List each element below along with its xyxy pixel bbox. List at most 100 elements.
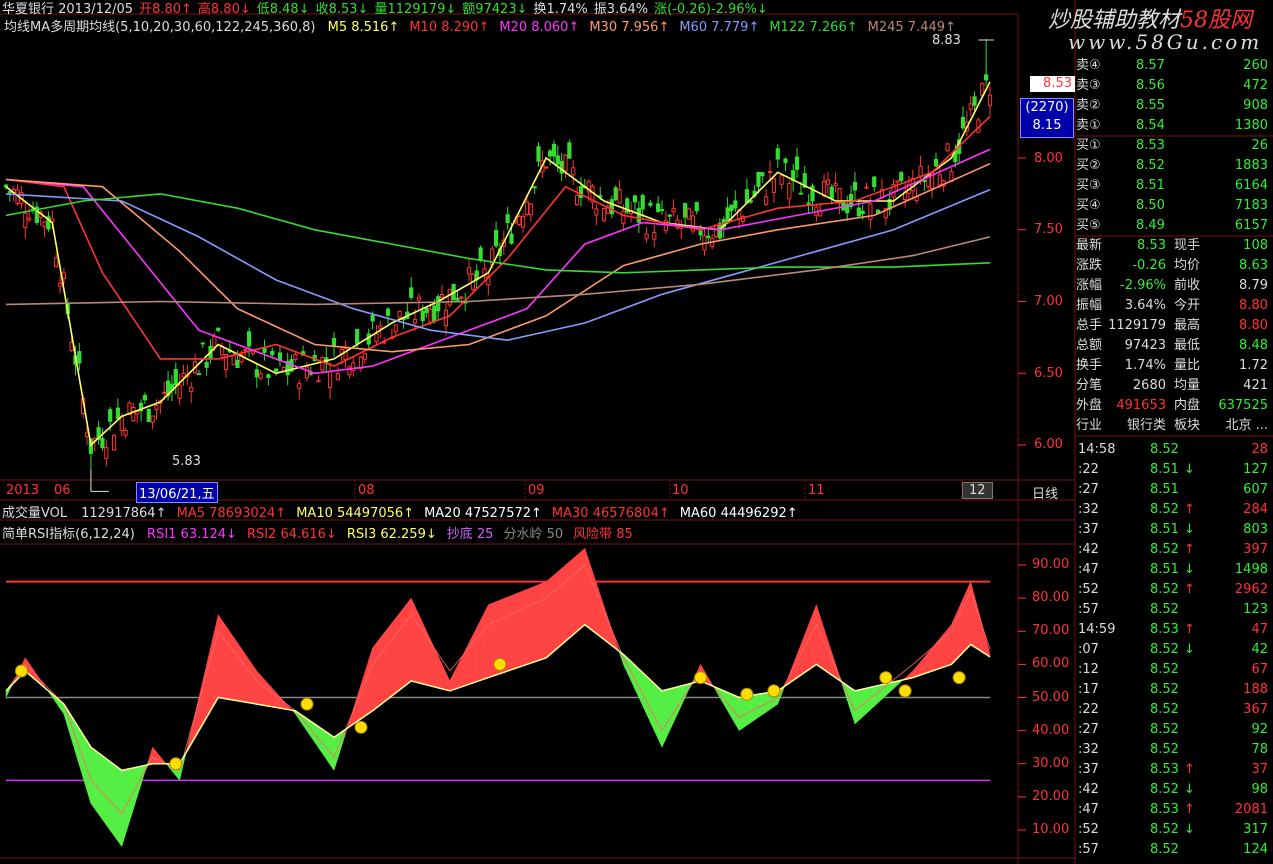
stat-label: 振幅 (1076, 298, 1103, 313)
tick-row[interactable]: :52 8.52 ↑ 2962 (1076, 580, 1270, 600)
tick-row[interactable]: :27 8.51 607 (1076, 480, 1270, 500)
order-label: 买① (1076, 138, 1101, 153)
rsi-fill-segment (522, 588, 528, 667)
stat-value: 2680 (1132, 378, 1166, 393)
tick-volume: 28 (1251, 442, 1268, 457)
stat-value: 银行类 (1126, 418, 1166, 433)
order-label: 卖③ (1076, 78, 1101, 93)
rsi-tick: 10.00 (1032, 822, 1070, 837)
tick-volume: 78 (1251, 742, 1268, 757)
tick-row[interactable]: :27 8.52 92 (1076, 720, 1270, 740)
rsi-fill-segment (596, 583, 601, 638)
candle-body (744, 189, 749, 203)
candle-body (860, 210, 865, 215)
rsi-legend-item: RSI1 63.124↓ (147, 527, 237, 542)
tick-row[interactable]: 14:59 8.53 ↑ 47 (1076, 620, 1270, 640)
order-book-row[interactable]: 买⑤ 8.49 6157 (1076, 216, 1270, 236)
order-book-row[interactable]: 卖④ 8.57 260 (1076, 56, 1270, 76)
rsi-fill-segment (98, 752, 103, 821)
rsi-fill-segment (117, 766, 123, 848)
tick-volume: 124 (1243, 842, 1268, 857)
candle-body (436, 296, 441, 312)
candle-body (200, 342, 205, 345)
order-book-row[interactable]: 买① 8.53 26 (1076, 136, 1270, 156)
tick-row[interactable]: :37 8.53 ↑ 37 (1076, 760, 1270, 780)
rsi-fill-segment (542, 581, 547, 660)
period-button[interactable]: 日线 (1032, 483, 1058, 502)
stat-value: -0.26 (1132, 258, 1166, 273)
tick-row[interactable]: :32 8.52 78 (1076, 740, 1270, 760)
rsi-fill-segment (823, 628, 829, 673)
tick-row[interactable]: :42 8.52 ↓ 98 (1076, 780, 1270, 800)
candle-body (609, 199, 614, 215)
order-book-row[interactable]: 买③ 8.51 6164 (1076, 176, 1270, 196)
tick-row[interactable]: :57 8.52 124 (1076, 840, 1270, 860)
rsi-fill-segment (380, 632, 385, 706)
rsi-label[interactable]: 简单RSI指标(6,12,24) (2, 527, 135, 542)
tick-arrow: ↓ (1184, 782, 1195, 797)
rsi-fill-segment (650, 679, 655, 731)
order-book-row[interactable]: 卖③ 8.56 472 (1076, 76, 1270, 96)
rsi-fill-segment (106, 758, 111, 832)
rsi-legend-item: 分水岭 50 (503, 527, 564, 542)
candle-body (895, 180, 900, 183)
tick-row[interactable]: :07 8.52 ↓ 42 (1076, 640, 1270, 660)
order-book-row[interactable]: 卖① 8.54 1380 (1076, 116, 1270, 136)
tick-row[interactable]: :52 8.52 ↓ 317 (1076, 820, 1270, 840)
stat-label: 量比 (1174, 358, 1201, 373)
candle-body (771, 178, 777, 193)
order-book-row[interactable]: 买④ 8.50 7183 (1076, 196, 1270, 216)
stock-title[interactable]: 华夏银行 2013/12/05 (2, 2, 133, 17)
rsi-fill-segment (229, 630, 234, 701)
tick-time: :27 (1078, 722, 1099, 737)
tick-row[interactable]: :47 8.53 ↑ 2081 (1076, 800, 1270, 820)
tick-row[interactable]: :12 8.52 67 (1076, 660, 1270, 680)
stat-value: 1.74% (1124, 358, 1166, 373)
stat-label: 板块 (1174, 418, 1201, 433)
tick-row[interactable]: :22 8.51 ↓ 127 (1076, 460, 1270, 480)
stat-value: 8.80 (1239, 318, 1268, 333)
candle-body (320, 356, 325, 371)
tick-row[interactable]: 14:58 8.52 28 (1076, 440, 1270, 460)
tick-row[interactable]: :32 8.52 ↑ 284 (1076, 500, 1270, 520)
tick-row[interactable]: :47 8.51 ↓ 1498 (1076, 560, 1270, 580)
order-volume: 908 (1243, 98, 1268, 113)
tick-time: :12 (1078, 662, 1099, 677)
candle-body (686, 208, 692, 220)
candle-body (262, 348, 267, 353)
candle-body (343, 347, 348, 361)
rsi-fill-segment (418, 614, 424, 685)
candle-body (868, 203, 873, 220)
tick-row[interactable]: :17 8.52 188 (1076, 680, 1270, 700)
buy-signal-icon (740, 687, 754, 701)
ma-line-m60 (5, 188, 991, 342)
order-price: 8.55 (1136, 98, 1165, 113)
rsi-fill-segment (673, 686, 678, 723)
buy-signal-icon (300, 697, 314, 711)
candle-body (162, 391, 167, 394)
candle-body (621, 210, 626, 224)
tick-row[interactable]: :37 8.51 ↓ 803 (1076, 520, 1270, 540)
order-book-row[interactable]: 卖② 8.55 908 (1076, 96, 1270, 116)
buy-signal-icon (952, 671, 966, 685)
change-value: 涨(-0.26)-2.96%↓ (654, 2, 768, 17)
volume-label[interactable]: 成交量VOL (2, 506, 67, 521)
rsi-tick: 70.00 (1032, 623, 1070, 638)
tick-price: 8.52 (1150, 602, 1179, 617)
tick-row[interactable]: :42 8.52 ↑ 397 (1076, 540, 1270, 560)
candle-body (478, 247, 483, 261)
rsi-legend-item: 风险带 85 (573, 527, 633, 542)
ma-indicator-label[interactable]: 均线MA多周期均线(5,10,20,30,60,122,245,360,8) (4, 20, 315, 35)
rsi-fill-segment (920, 656, 925, 676)
candle-body (798, 192, 804, 195)
rsi-fill-segment (364, 659, 369, 717)
tick-row[interactable]: :22 8.52 367 (1076, 700, 1270, 720)
order-label: 买④ (1076, 198, 1101, 213)
candle-body (779, 175, 784, 185)
tick-price: 8.52 (1150, 782, 1179, 797)
tick-row[interactable]: :57 8.52 123 (1076, 600, 1270, 620)
high-price: 高8.80↓ (197, 2, 251, 17)
candle-body (937, 174, 942, 186)
candle-body (111, 434, 117, 451)
order-book-row[interactable]: 买② 8.52 1883 (1076, 156, 1270, 176)
